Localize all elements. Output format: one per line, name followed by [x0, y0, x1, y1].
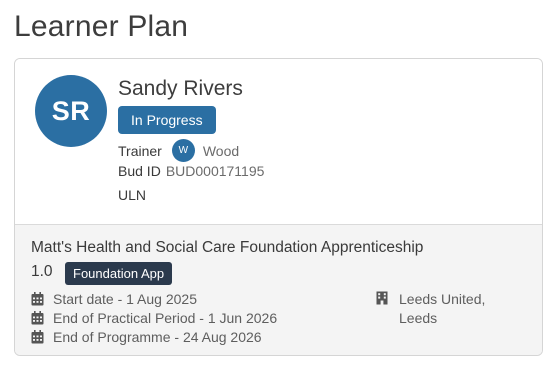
learner-summary: SR Sandy Rivers In Progress Trainer W Wo…	[15, 59, 542, 224]
uln-label: ULN	[118, 187, 147, 203]
trainer-label: Trainer	[118, 142, 162, 159]
bud-id-label: Bud ID	[118, 163, 161, 179]
practical-end-text: End of Practical Period - 1 Jun 2026	[53, 310, 278, 326]
bud-id-value: BUD000171195	[165, 163, 265, 179]
programme-type-badge: Foundation App	[65, 262, 173, 285]
calendar-icon	[31, 292, 44, 306]
programme-end-row: End of Programme - 24 Aug 2026	[31, 329, 262, 345]
programme-title: Matt's Health and Social Care Foundation…	[31, 239, 424, 256]
calendar-icon	[31, 311, 44, 325]
status-badge: In Progress	[118, 106, 216, 134]
employer-location: Leeds United, Leeds	[376, 290, 485, 328]
programme-end-text: End of Programme - 24 Aug 2026	[53, 329, 262, 345]
calendar-icon	[31, 330, 44, 344]
learner-avatar: SR	[35, 75, 107, 147]
practical-end-row: End of Practical Period - 1 Jun 2026	[31, 310, 277, 326]
location-line-2: Leeds	[399, 310, 438, 326]
learner-name: Sandy Rivers	[118, 77, 243, 100]
uln-row: ULN	[118, 187, 151, 203]
page-title: Learner Plan	[14, 10, 189, 43]
location-line-1: Leeds United,	[399, 291, 486, 307]
start-date-text: Start date - 1 Aug 2025	[53, 291, 197, 307]
programme-details: Matt's Health and Social Care Foundation…	[15, 224, 542, 355]
trainer-row: Trainer W Wood	[118, 139, 239, 162]
bud-id-row: Bud ID BUD000171195	[118, 163, 264, 179]
trainer-name: Wood	[202, 142, 240, 159]
programme-version: 1.0	[31, 263, 53, 280]
learner-plan-card: SR Sandy Rivers In Progress Trainer W Wo…	[14, 58, 543, 356]
trainer-avatar: W	[171, 139, 195, 162]
start-date-row: Start date - 1 Aug 2025	[31, 291, 197, 307]
building-icon	[376, 291, 388, 305]
